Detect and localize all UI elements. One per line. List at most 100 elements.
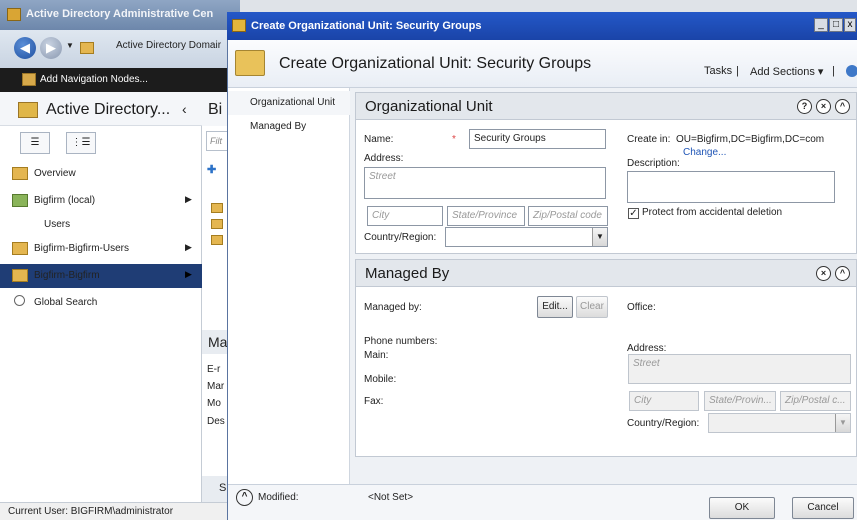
chevron-down-icon: ▼ [835, 414, 850, 432]
add-nodes-icon [22, 73, 36, 86]
collapse-section-icon[interactable]: ^ [835, 99, 850, 114]
close-button[interactable]: x [844, 18, 856, 32]
nav-item-overview[interactable]: Overview [0, 162, 202, 186]
close-section-icon[interactable]: × [816, 99, 831, 114]
add-sections-menu[interactable]: Add Sections ▾ [750, 65, 823, 78]
manager-zip-field: Zip/Postal c... [780, 391, 851, 411]
state-input[interactable]: State/Province [447, 206, 525, 226]
managed-by-section-header: Managed By × ^ [355, 259, 857, 287]
expand-arrow-icon[interactable]: ▶ [185, 194, 192, 205]
new-item-icon[interactable]: ✚ [207, 163, 217, 176]
description-input[interactable] [627, 171, 835, 203]
protect-checkbox[interactable]: ✓ [628, 208, 639, 219]
edit-button[interactable]: Edit... [537, 296, 573, 318]
nav-item-bigfirm-bigfirm-users[interactable]: Bigfirm-Bigfirm-Users ▶ [0, 237, 202, 261]
forward-arrow-icon[interactable]: ▶ [40, 37, 62, 59]
nav-item-label: Users [44, 219, 71, 230]
mobile-phone-label: Mobile: [364, 374, 397, 385]
clear-button[interactable]: Clear [576, 296, 608, 318]
adac-app-icon [7, 8, 21, 21]
modified-value: <Not Set> [368, 492, 414, 503]
details-section-title: Ma [208, 334, 228, 350]
manager-country-select: ▼ [708, 413, 851, 433]
nav-item-label: Bigfirm-Bigfirm-Users [34, 243, 129, 254]
search-icon [14, 295, 25, 306]
minimize-button[interactable]: _ [814, 18, 828, 32]
change-link[interactable]: Change... [683, 147, 726, 158]
domain-icon [12, 194, 28, 207]
modified-label: Modified: [258, 492, 299, 503]
create-in-label: Create in: [627, 134, 671, 145]
nav-item-label: Bigfirm (local) [34, 195, 96, 206]
close-section-icon[interactable]: × [816, 266, 831, 281]
managed-by-label: Managed by: [364, 302, 422, 313]
folder-icon [80, 42, 94, 54]
status-bar: Current User: BIGFIRM\administrator [0, 502, 240, 520]
nav-item-bigfirm-bigfirm[interactable]: Bigfirm-Bigfirm ▶ [0, 264, 202, 288]
collapse-pane-icon[interactable]: ‹ [182, 101, 187, 117]
description-label: Description: [627, 158, 680, 169]
manager-street-field: Street [628, 354, 851, 384]
country-select[interactable]: ▼ [445, 227, 608, 247]
office-label: Office: [627, 302, 656, 313]
section-nav-label: Managed By [250, 121, 307, 132]
content-pane-title: Bi [208, 101, 223, 118]
zip-input[interactable]: Zip/Postal code [528, 206, 608, 226]
phone-numbers-label: Phone numbers: [364, 336, 438, 347]
main-phone-label: Main: [364, 350, 389, 361]
list-view-button[interactable]: ☰ [20, 132, 50, 154]
summary-section-title: S [219, 482, 227, 494]
chevron-down-icon: ▾ [817, 66, 824, 78]
create-in-value: OU=Bigfirm,DC=Bigfirm,DC=com [676, 134, 825, 145]
expand-arrow-icon[interactable]: ▶ [185, 269, 192, 280]
collapse-section-icon[interactable]: ^ [835, 266, 850, 281]
folder-icon [12, 242, 28, 255]
street-input[interactable]: Street [364, 167, 606, 199]
list-folder-icon [211, 235, 223, 245]
tree-view-button[interactable]: ⋮☰ [66, 132, 96, 154]
nav-item-users[interactable]: Users [0, 213, 202, 237]
overview-icon [12, 167, 28, 180]
nav-item-bigfirm-local[interactable]: Bigfirm (local) ▶ [0, 189, 202, 213]
header-separator: | [832, 65, 835, 77]
dialog-header: Create Organizational Unit: Security Gro… [228, 40, 857, 88]
back-arrow-icon[interactable]: ◀ [14, 37, 36, 59]
dialog-title: Create Organizational Unit: Security Gro… [251, 20, 482, 32]
section-nav-managed-by[interactable]: Managed By [228, 115, 350, 139]
toolbar: Add Navigation Nodes... [0, 68, 240, 92]
nav-item-label: Global Search [34, 297, 98, 308]
details-row-label: Des [207, 416, 225, 427]
nav-item-label: Overview [34, 168, 76, 179]
expand-arrow-icon[interactable]: ▶ [185, 242, 192, 253]
ok-button[interactable]: OK [709, 497, 775, 519]
background-window-titlebar: Active Directory Administrative Cen [0, 0, 240, 30]
name-label: Name: [364, 134, 394, 145]
navigation-pane-header: Active Directory... ‹ [0, 92, 202, 126]
background-window-title: Active Directory Administrative Cen [26, 8, 214, 20]
cancel-button[interactable]: Cancel [792, 497, 854, 519]
navigation-pane-title: Active Directory... [46, 101, 171, 118]
help-icon[interactable] [846, 65, 857, 77]
maximize-button[interactable]: □ [829, 18, 843, 32]
address-label: Address: [364, 153, 404, 164]
help-icon[interactable]: ? [797, 99, 812, 114]
tasks-menu[interactable]: Tasks [704, 65, 732, 77]
header-separator: | [736, 65, 739, 77]
manager-address-label: Address: [627, 343, 667, 354]
expand-details-icon[interactable]: ^ [236, 489, 253, 506]
dialog-titlebar: Create Organizational Unit: Security Gro… [227, 12, 857, 40]
name-input[interactable]: Security Groups [469, 129, 606, 149]
dialog-app-icon [232, 19, 246, 32]
fax-label: Fax: [364, 396, 384, 407]
city-input[interactable]: City [367, 206, 443, 226]
add-navigation-nodes-button[interactable]: Add Navigation Nodes... [40, 74, 148, 85]
manager-city-field: City [629, 391, 699, 411]
folder-icon [12, 269, 28, 282]
details-row-label: Mo [207, 398, 221, 409]
nav-item-global-search[interactable]: Global Search [0, 291, 202, 315]
chevron-down-icon[interactable]: ▼ [592, 228, 607, 246]
history-dropdown-icon[interactable]: ▼ [66, 41, 74, 50]
manager-country-label: Country/Region: [627, 418, 700, 429]
section-nav-organizational-unit[interactable]: Organizational Unit [228, 91, 350, 115]
manager-state-field: State/Provin... [704, 391, 776, 411]
